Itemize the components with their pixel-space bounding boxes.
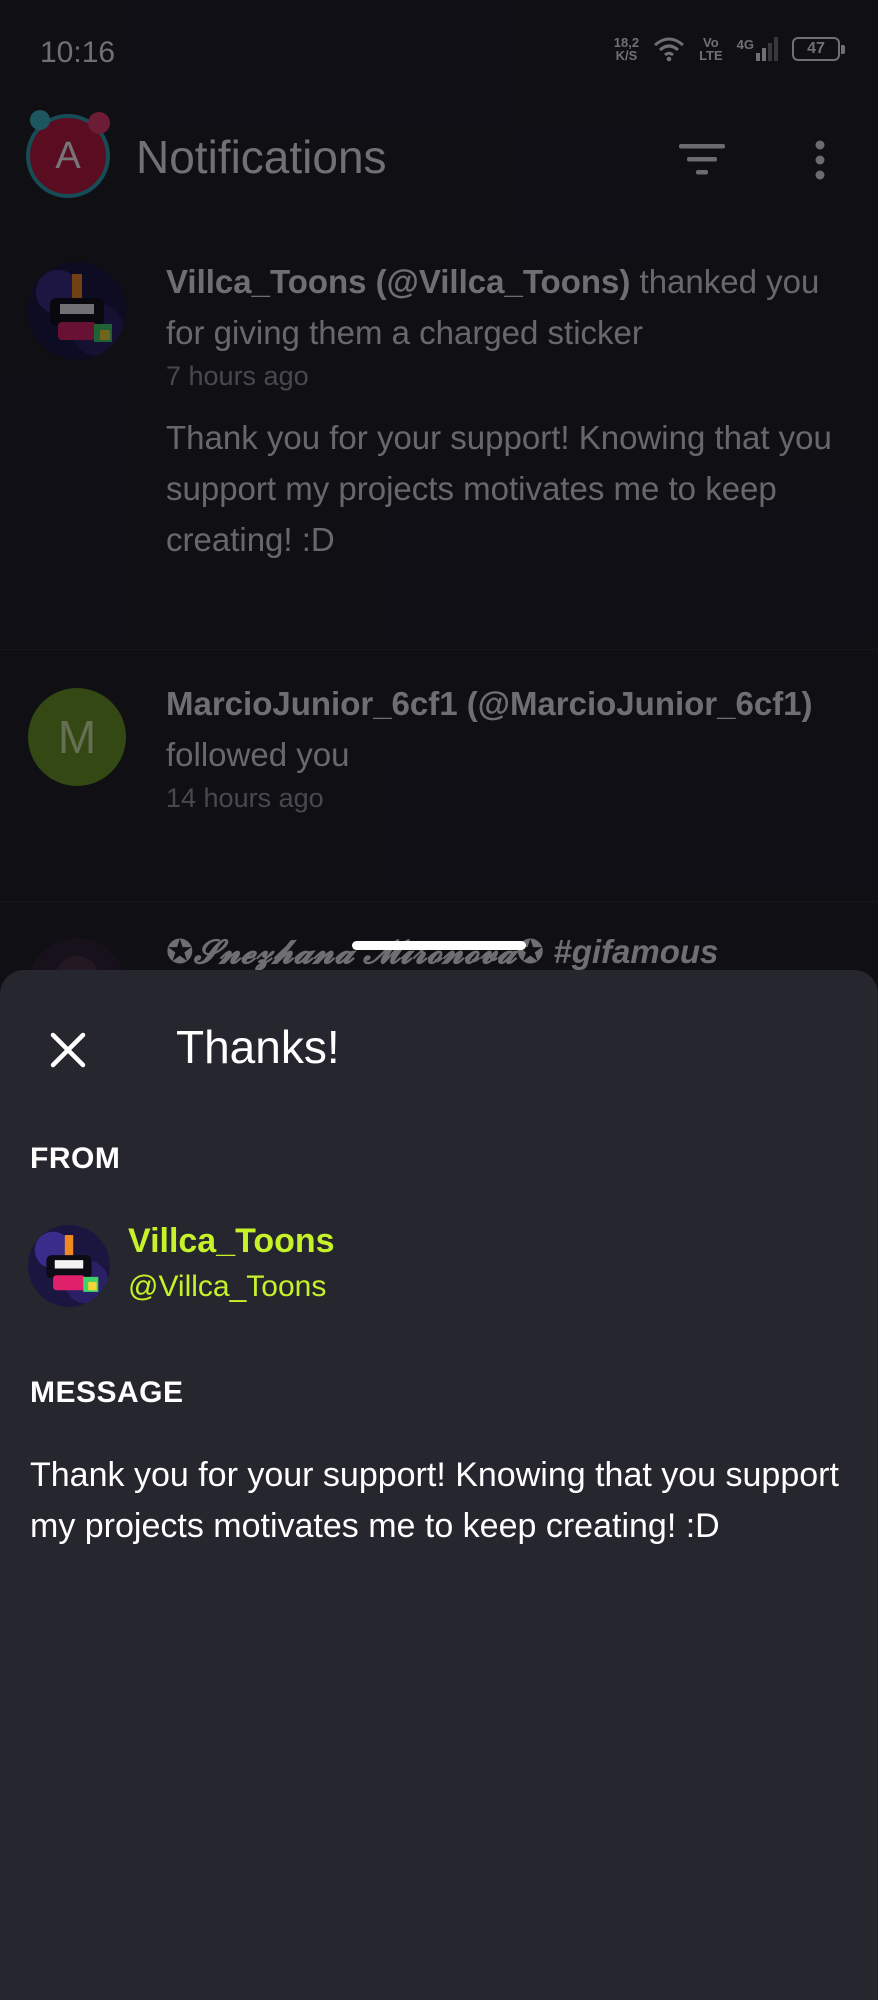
user-avatar[interactable] (28, 262, 126, 360)
cell-signal: 4G (737, 37, 778, 61)
notification-user[interactable]: MarcioJunior_6cf1 (@MarcioJunior_6cf1) (166, 685, 813, 722)
status-bar: 10:16 18,2 K/S Vo LTE 4G 47 (0, 0, 878, 100)
notification-time: 14 hours ago (166, 783, 324, 813)
notification-item[interactable]: Villca_Toons (@Villca_Toons) thanked you… (0, 230, 878, 650)
notification-user[interactable]: Villca_Toons (@Villca_Toons) (166, 263, 630, 300)
avatar-badge (88, 112, 110, 134)
sender-row[interactable]: Villca_Toons @Villca_Toons (28, 1222, 848, 1312)
filter-icon[interactable] (676, 134, 728, 186)
page-title: Notifications (136, 131, 387, 183)
user-avatar[interactable]: M (28, 688, 126, 786)
close-icon[interactable] (36, 1018, 100, 1082)
network-type: 4G (736, 37, 754, 52)
notification-content: MarcioJunior_6cf1 (@MarcioJunior_6cf1) f… (166, 678, 846, 816)
sender-name[interactable]: Villca_Toons (128, 1222, 335, 1261)
sender-handle[interactable]: @Villca_Toons (128, 1270, 326, 1304)
notification-action: followed you (166, 736, 350, 773)
status-time: 10:16 (40, 36, 116, 69)
from-label: FROM (30, 1142, 121, 1175)
notification-item[interactable]: M MarcioJunior_6cf1 (@MarcioJunior_6cf1)… (0, 650, 878, 902)
drag-handle[interactable] (352, 941, 526, 950)
volte-indicator: Vo LTE (699, 35, 723, 63)
message-label: MESSAGE (30, 1376, 184, 1409)
notification-content: Villca_Toons (@Villca_Toons) thanked you… (166, 256, 846, 565)
thanks-message: Thank you for your support! Knowing that… (30, 1456, 839, 1545)
sheet-title: Thanks! (176, 1021, 340, 1073)
avatar-decoration (30, 110, 50, 130)
status-icons: 18,2 K/S Vo LTE 4G 47 (613, 35, 845, 63)
battery-indicator: 47 (792, 37, 845, 61)
wifi-icon (654, 37, 685, 62)
sender-avatar[interactable] (28, 1225, 110, 1307)
signal-icon (756, 37, 778, 61)
notification-user[interactable]: ✪𝓢𝓷𝓮𝔃𝓱𝓪𝓷𝓪 𝓜𝓲𝓻𝓸𝓷𝓸𝓿𝓪✪ #gifamous (166, 933, 718, 970)
thanks-bottom-sheet: Thanks! FROM Villca_Toons @Villca_Toons … (0, 970, 878, 2000)
notification-time: 7 hours ago (166, 361, 309, 391)
network-speed: 18,2 K/S (613, 35, 640, 63)
notification-message: Thank you for your support! Knowing that… (166, 419, 832, 558)
more-options-icon[interactable] (800, 134, 840, 186)
app-bar: A Notifications (0, 100, 878, 220)
